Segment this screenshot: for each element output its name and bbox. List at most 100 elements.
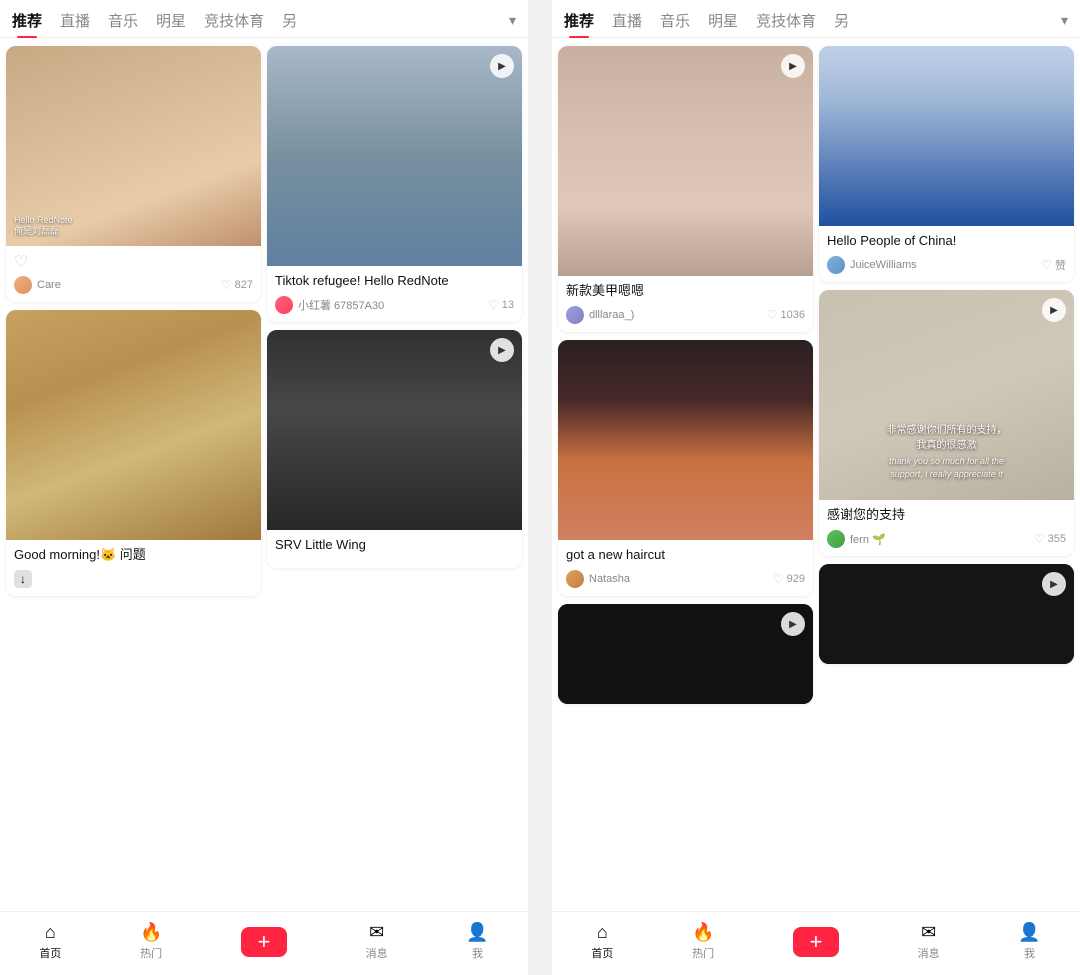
nails-image: ▶ xyxy=(558,46,813,276)
column-left-0: Hello RedNote俺是刘磊磊 ♡ Care ♡ xyxy=(6,46,261,596)
srv-play-btn[interactable]: ▶ xyxy=(490,338,514,362)
fern-subtitle-block: 非常感谢你们所有的支持，我真的很感激 thank you so much for… xyxy=(819,423,1074,480)
msg-icon-left: ✉ xyxy=(369,922,384,943)
bottom-nav-add-left[interactable]: + xyxy=(241,927,287,957)
card-care-info: ♡ Care ♡ 827 xyxy=(6,246,261,302)
haircut-name: Natasha xyxy=(589,573,630,585)
care-like-count: 827 xyxy=(235,279,253,291)
nav-dropdown-right[interactable]: ▾ xyxy=(1061,12,1068,29)
nav-item-more-left[interactable]: 另 xyxy=(282,10,297,31)
nav-item-mingxing-left[interactable]: 明星 xyxy=(156,10,186,31)
nails-avatar xyxy=(566,306,584,324)
card-goodmorning[interactable]: Good morning!🐱 问题 ↓ xyxy=(6,310,261,596)
nails-info: 新款美甲嗯嗯 dlllaraa_) ♡ 1036 xyxy=(558,276,813,332)
goodmorning-meta: ↓ xyxy=(14,570,253,588)
column-right-1: Hello People of China! JuiceWilliams ♡ 赞 xyxy=(819,46,1074,704)
fern-title: 感谢您的支持 xyxy=(827,506,1066,524)
fern-likes: ♡ 355 xyxy=(1034,532,1066,546)
nav-item-yinyue-right[interactable]: 音乐 xyxy=(660,10,690,31)
nav-item-tuijian-right[interactable]: 推荐 xyxy=(564,10,594,31)
fern-info: 感谢您的支持 fern 🌱 ♡ 355 xyxy=(819,500,1074,556)
card-care-meta: ♡ xyxy=(14,252,253,276)
add-button-left[interactable]: + xyxy=(241,927,287,957)
nav-item-jingji-left[interactable]: 竞技体育 xyxy=(204,10,264,31)
juice-author: JuiceWilliams xyxy=(827,256,917,274)
nails-heart-icon: ♡ xyxy=(767,308,778,322)
home-label-left: 首页 xyxy=(39,945,61,961)
bottom-nav-hot-right[interactable]: 🔥 热门 xyxy=(692,922,714,961)
bottom-nav-me-left[interactable]: 👤 我 xyxy=(466,922,488,961)
srv-info: SRV Little Wing xyxy=(267,530,522,568)
fern-image: ▶ 非常感谢你们所有的支持，我真的很感激 thank you so much f… xyxy=(819,290,1074,500)
video-bottom-image: ▶ xyxy=(558,604,813,704)
juice-likes: ♡ 赞 xyxy=(1041,257,1066,273)
bottom-nav-home-right[interactable]: ⌂ 首页 xyxy=(591,922,613,961)
nails-play-btn[interactable]: ▶ xyxy=(781,54,805,78)
haircut-heart-icon: ♡ xyxy=(773,572,784,586)
care-likes: ♡ 827 xyxy=(221,278,253,292)
nav-dropdown-left[interactable]: ▾ xyxy=(509,12,516,29)
card-nails[interactable]: ▶ 新款美甲嗯嗯 dlllaraa_) ♡ 1036 xyxy=(558,46,813,332)
goodmorning-title: Good morning!🐱 问题 xyxy=(14,546,253,564)
content-right: ▶ 新款美甲嗯嗯 dlllaraa_) ♡ 1036 xyxy=(552,38,1080,911)
card-drums[interactable]: ▶ xyxy=(819,564,1074,664)
srv-title: SRV Little Wing xyxy=(275,536,514,554)
card-juice[interactable]: Hello People of China! JuiceWilliams ♡ 赞 xyxy=(819,46,1074,282)
nails-name: dlllaraa_) xyxy=(589,309,634,321)
srv-image: ▶ xyxy=(267,330,522,530)
nails-meta: dlllaraa_) ♡ 1036 xyxy=(566,306,805,324)
masonry-right: ▶ 新款美甲嗯嗯 dlllaraa_) ♡ 1036 xyxy=(558,46,1074,704)
juice-like-count: 赞 xyxy=(1055,257,1066,273)
add-button-right[interactable]: + xyxy=(793,927,839,957)
juice-title: Hello People of China! xyxy=(827,232,1066,250)
bottom-nav-msg-right[interactable]: ✉ 消息 xyxy=(918,922,940,961)
nails-title: 新款美甲嗯嗯 xyxy=(566,282,805,300)
bottom-nav-home-left[interactable]: ⌂ 首页 xyxy=(39,922,61,961)
card-srv[interactable]: ▶ SRV Little Wing xyxy=(267,330,522,568)
hot-icon-left: 🔥 xyxy=(140,922,162,943)
juice-info: Hello People of China! JuiceWilliams ♡ 赞 xyxy=(819,226,1074,282)
juice-meta: JuiceWilliams ♡ 赞 xyxy=(827,256,1066,274)
nails-author: dlllaraa_) xyxy=(566,306,634,324)
card-fern[interactable]: ▶ 非常感谢你们所有的支持，我真的很感激 thank you so much f… xyxy=(819,290,1074,556)
goodmorning-image xyxy=(6,310,261,540)
nav-item-jingji-right[interactable]: 竞技体育 xyxy=(756,10,816,31)
tiktok-meta: 小红薯 67857A30 ♡ 13 xyxy=(275,296,514,314)
care-overlay-text: Hello RedNote俺是刘磊磊 xyxy=(14,215,73,238)
bottom-nav-hot-left[interactable]: 🔥 热门 xyxy=(140,922,162,961)
care-author: Care xyxy=(14,276,61,294)
masonry-left: Hello RedNote俺是刘磊磊 ♡ Care ♡ xyxy=(6,46,522,596)
haircut-info: got a new haircut Natasha ♡ 929 xyxy=(558,540,813,596)
phone-divider xyxy=(536,0,544,975)
tiktok-title: Tiktok refugee! Hello RedNote xyxy=(275,272,514,290)
card-tiktok[interactable]: ▶ Tiktok refugee! Hello RedNote 小红薯 6785… xyxy=(267,46,522,322)
hot-icon-right: 🔥 xyxy=(692,922,714,943)
nav-item-yinyue-left[interactable]: 音乐 xyxy=(108,10,138,31)
nails-like-count: 1036 xyxy=(781,309,805,321)
fern-subtitle-en: thank you so much for all thesupport, i … xyxy=(825,455,1068,480)
nav-item-tuijian-left[interactable]: 推荐 xyxy=(12,10,42,31)
juice-heart-icon: ♡ xyxy=(1041,258,1052,272)
bottom-nav-msg-left[interactable]: ✉ 消息 xyxy=(366,922,388,961)
me-label-right: 我 xyxy=(1024,945,1035,961)
card-care[interactable]: Hello RedNote俺是刘磊磊 ♡ Care ♡ xyxy=(6,46,261,302)
juice-image xyxy=(819,46,1074,226)
bottom-nav-add-right[interactable]: + xyxy=(793,927,839,957)
nav-item-more-right[interactable]: 另 xyxy=(834,10,849,31)
nav-item-zhibo-right[interactable]: 直播 xyxy=(612,10,642,31)
tiktok-image: ▶ xyxy=(267,46,522,266)
home-label-right: 首页 xyxy=(591,945,613,961)
phone-right: 推荐 直播 音乐 明星 竞技体育 另 ▾ ▶ 新款美甲嗯嗯 xyxy=(552,0,1080,975)
msg-icon-right: ✉ xyxy=(921,922,936,943)
fern-heart-icon: ♡ xyxy=(1034,532,1045,546)
card-haircut[interactable]: got a new haircut Natasha ♡ 929 xyxy=(558,340,813,596)
me-label-left: 我 xyxy=(472,945,483,961)
fern-subtitle-zh: 非常感谢你们所有的支持，我真的很感激 xyxy=(825,423,1068,453)
card-video-bottom[interactable]: ▶ xyxy=(558,604,813,704)
haircut-title: got a new haircut xyxy=(566,546,805,564)
fern-play-btn[interactable]: ▶ xyxy=(1042,298,1066,322)
tiktok-play-btn[interactable]: ▶ xyxy=(490,54,514,78)
nav-item-zhibo-left[interactable]: 直播 xyxy=(60,10,90,31)
bottom-nav-me-right[interactable]: 👤 我 xyxy=(1018,922,1040,961)
nav-item-mingxing-right[interactable]: 明星 xyxy=(708,10,738,31)
